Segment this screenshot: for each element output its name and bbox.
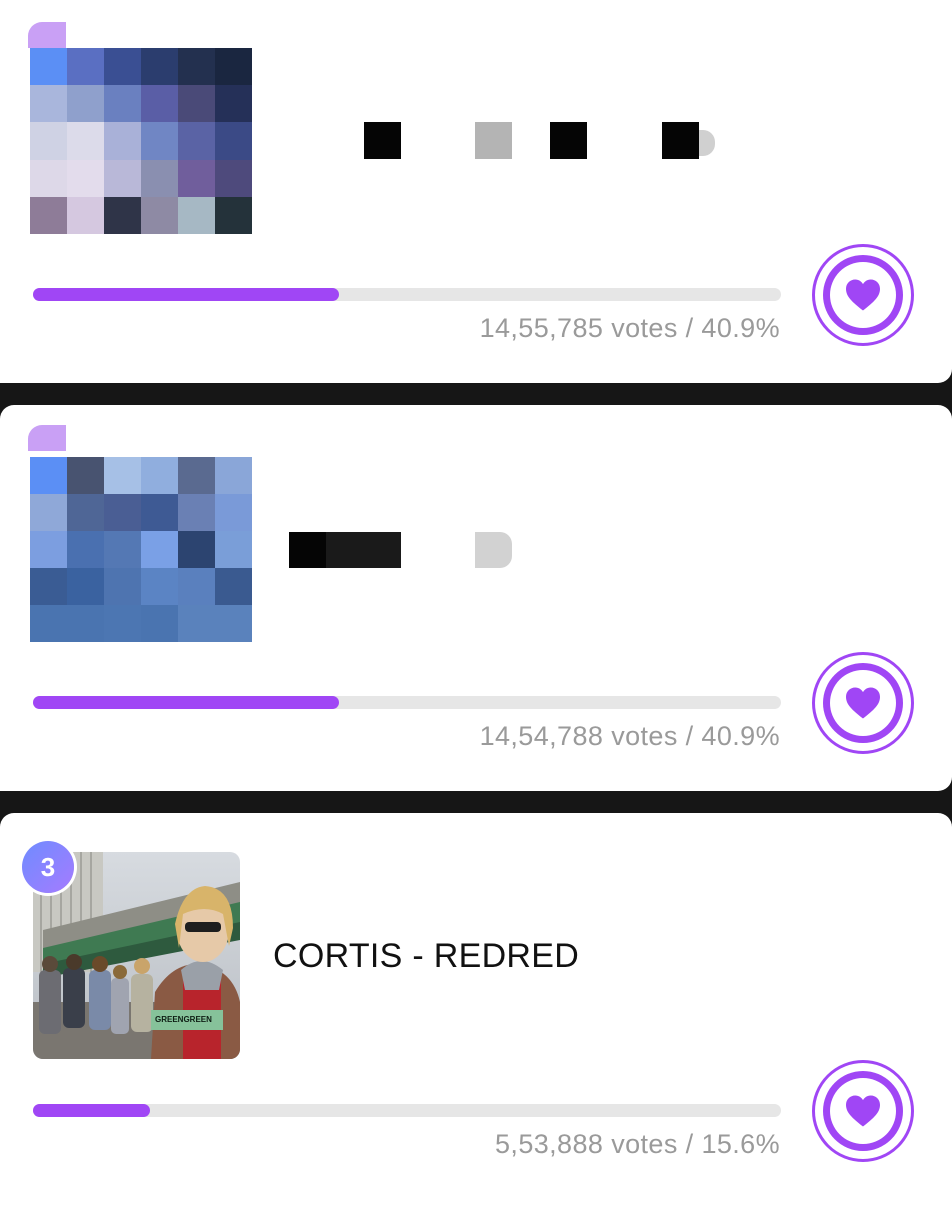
rank-badge-partial bbox=[28, 425, 66, 451]
entry-3-vote-button[interactable] bbox=[812, 1060, 914, 1162]
entry-2-progress-fill bbox=[33, 696, 339, 709]
entry-3-progress-fill bbox=[33, 1104, 150, 1117]
entry-3-progress-track bbox=[33, 1104, 781, 1117]
heart-icon bbox=[846, 279, 880, 311]
entry-2-progress-track bbox=[33, 696, 781, 709]
entry-1-votes: 14,55,785 votes / 40.9% bbox=[479, 313, 780, 343]
heart-icon bbox=[846, 687, 880, 719]
svg-text:GREENGREEN: GREENGREEN bbox=[155, 1015, 212, 1024]
rank-badge-partial bbox=[28, 22, 66, 48]
entry-1-progress-track bbox=[33, 288, 781, 301]
heart-icon bbox=[846, 1095, 880, 1127]
entry-1-thumbnail bbox=[30, 48, 252, 234]
entry-2-vote-button[interactable] bbox=[812, 652, 914, 754]
entry-1-vote-button[interactable] bbox=[812, 244, 914, 346]
entry-3-title: CORTIS - REDRED bbox=[273, 937, 580, 975]
entry-1-progress-fill bbox=[33, 288, 339, 301]
entry-2-votes: 14,54,788 votes / 40.9% bbox=[479, 721, 780, 751]
entry-2-thumbnail bbox=[30, 457, 252, 642]
rank-badge: 3 bbox=[22, 841, 74, 893]
entry-3-votes: 5,53,888 votes / 15.6% bbox=[495, 1129, 780, 1159]
